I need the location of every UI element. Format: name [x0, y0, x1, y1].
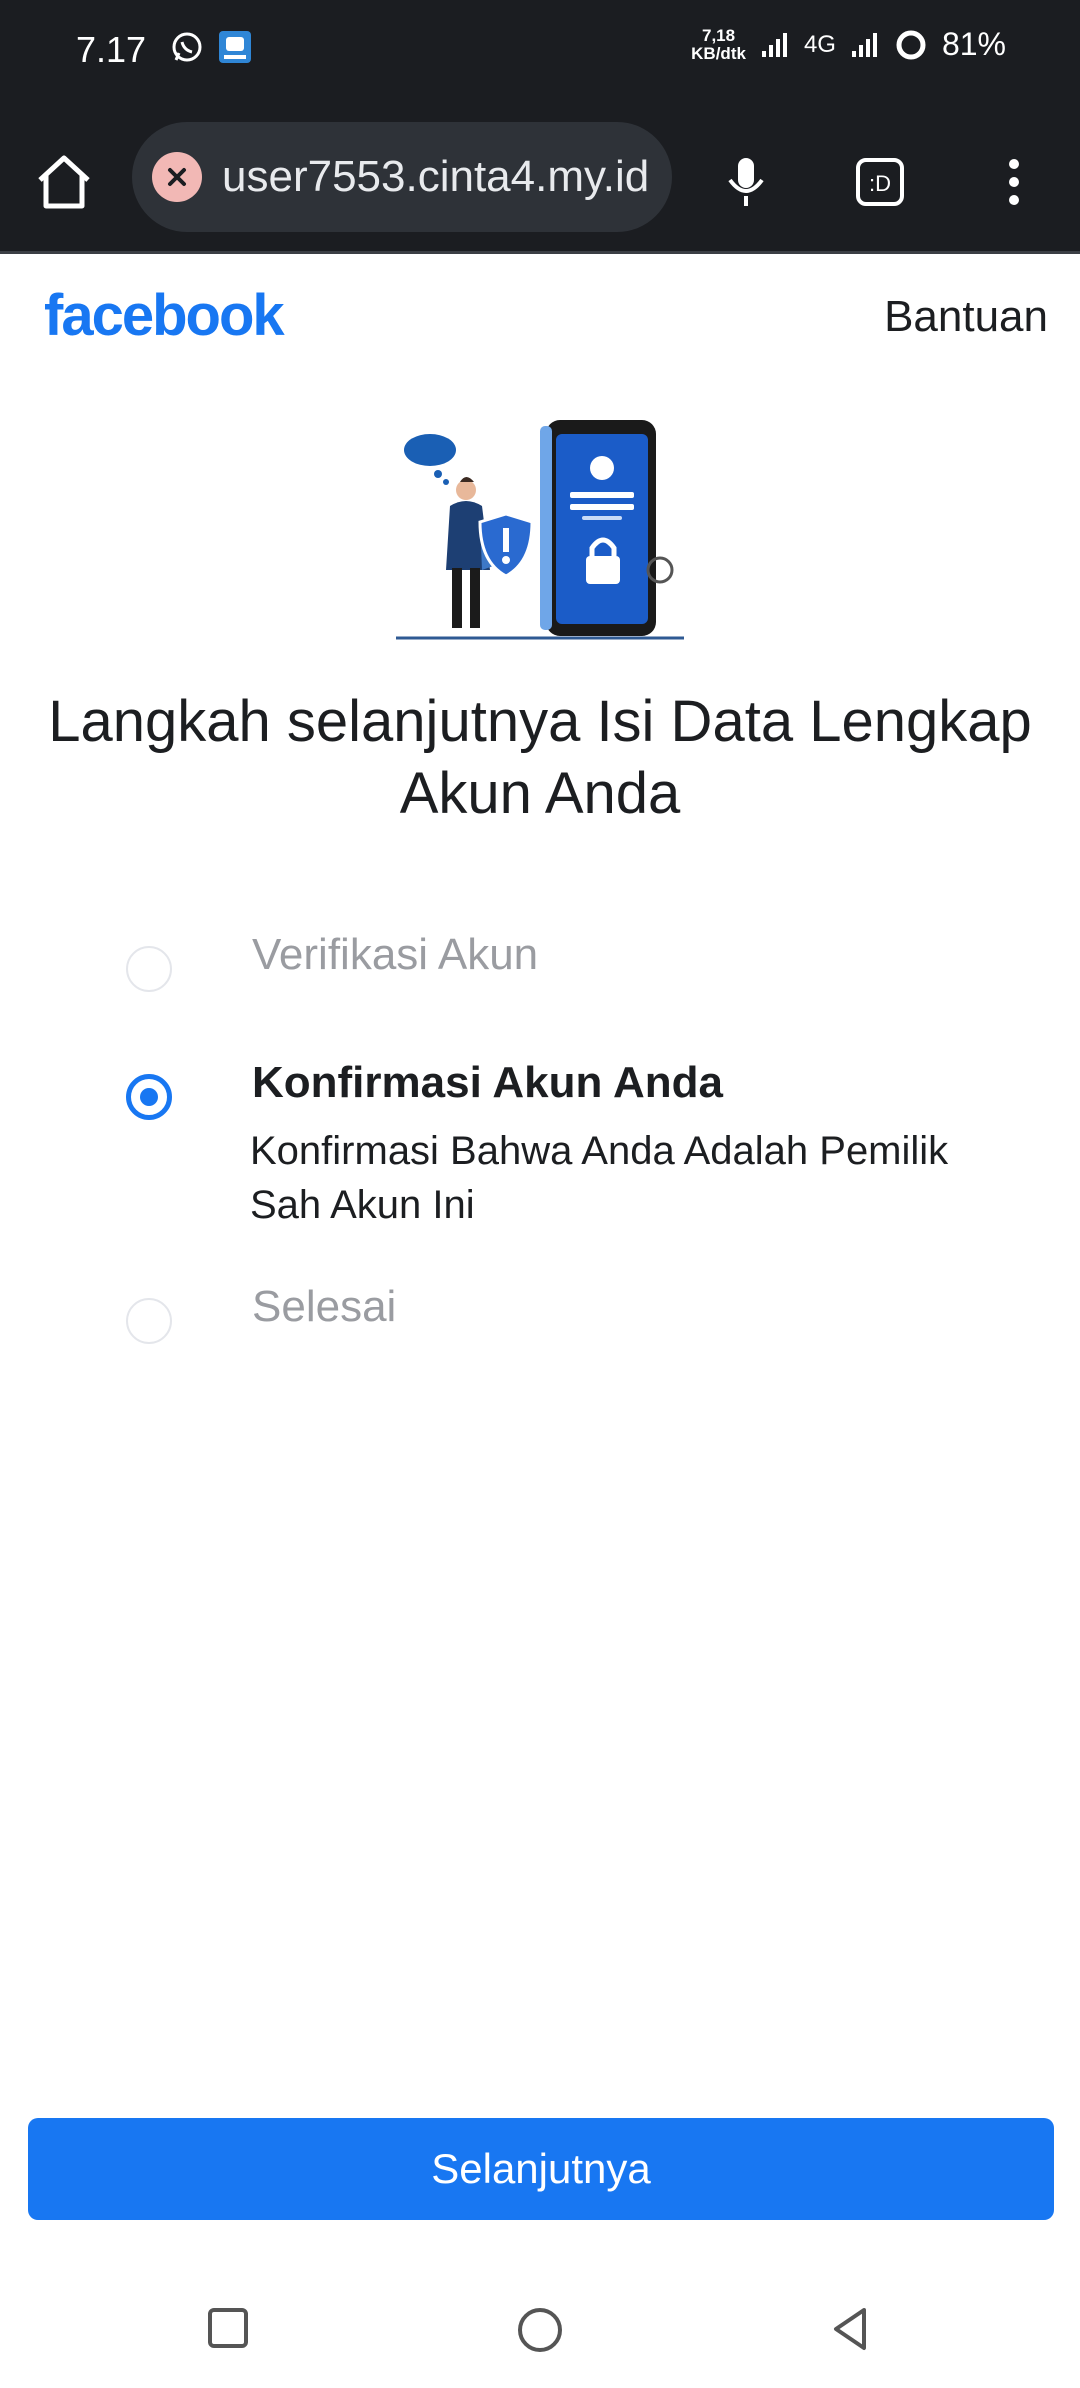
url-text[interactable]: user7553.cinta4.my.id — [222, 152, 649, 202]
step-radio-selected[interactable] — [126, 1074, 172, 1120]
network-speed: 7,18 KB/dtk — [691, 25, 746, 63]
tabs-label: :D — [869, 171, 891, 196]
facebook-logo[interactable]: facebook — [44, 282, 285, 349]
network-type: 4G — [803, 30, 836, 58]
home-icon[interactable] — [30, 148, 98, 216]
home-circle-icon[interactable] — [516, 2306, 564, 2354]
step-title: Konfirmasi Akun Anda — [252, 1058, 724, 1107]
tab-switcher-button[interactable]: :D — [846, 148, 914, 216]
help-link[interactable]: Bantuan — [884, 292, 1048, 342]
next-button[interactable]: Selanjutnya — [28, 2118, 1054, 2220]
step-title: Verifikasi Akun — [252, 930, 539, 979]
site-warning-icon[interactable] — [152, 152, 202, 202]
whatsapp-icon — [172, 32, 202, 62]
system-indicators: 7,18 KB/dtk 4G 81% — [691, 26, 1006, 63]
more-menu-icon[interactable] — [980, 148, 1048, 216]
microphone-icon[interactable] — [712, 148, 780, 216]
network-speed-value: 7,18 — [702, 25, 736, 45]
battery-icon — [896, 30, 926, 59]
app-notification-icon — [219, 31, 251, 63]
security-illustration — [396, 420, 684, 640]
close-icon — [168, 168, 186, 186]
page-heading: Langkah selanjutnya Isi Data Lengkap Aku… — [48, 689, 1032, 826]
signal-icon — [761, 32, 787, 57]
step-description: Konfirmasi Bahwa Anda Adalah Pemilik Sah… — [250, 1129, 949, 1227]
notification-icons — [170, 30, 252, 64]
navigation-bar — [0, 2270, 1080, 2388]
step-radio[interactable] — [126, 1298, 172, 1344]
recent-apps-icon[interactable] — [206, 2306, 250, 2350]
battery-level: 81% — [941, 26, 1006, 62]
step-radio[interactable] — [126, 946, 172, 992]
status-time: 7.17 — [76, 29, 147, 70]
network-speed-unit: KB/dtk — [691, 43, 746, 63]
browser-toolbar: user7553.cinta4.my.id :D — [0, 110, 1080, 254]
step-title: Selesai — [252, 1282, 397, 1331]
status-bar: 7.17 7,18 KB/dtk 4G 81% — [0, 0, 1080, 110]
signal-icon-secondary — [851, 32, 877, 57]
back-icon[interactable] — [826, 2304, 874, 2354]
tabs-icon: :D — [856, 158, 904, 206]
address-bar[interactable]: user7553.cinta4.my.id — [132, 122, 672, 232]
